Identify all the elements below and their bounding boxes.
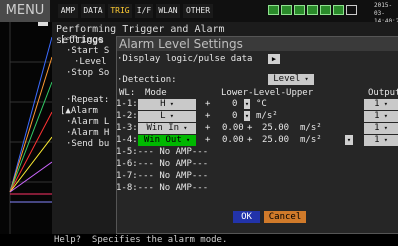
row-id: 1-4:	[116, 135, 138, 145]
plus-sign: +	[247, 123, 253, 133]
row-id: 1-3:	[116, 123, 138, 133]
unit-label: °C	[256, 99, 267, 109]
no-amp-row: 1-8:--- No AMP---	[116, 183, 209, 193]
card-status-icon	[294, 5, 305, 15]
memory-status-icon	[320, 5, 331, 15]
output-select[interactable]: 1	[364, 111, 398, 122]
row-id: 1-1:	[116, 99, 138, 109]
unit-label: m/s²	[256, 111, 278, 121]
display-logic-label: ·Display logic/pulse data	[117, 54, 253, 64]
bg-item-alarm-hold: ·Alarm H	[66, 128, 110, 138]
ok-button[interactable]: OK	[233, 211, 260, 223]
bg-item-alarm-level: ·Alarm L	[66, 117, 110, 127]
mode-select-selected[interactable]: Win Out	[138, 135, 196, 146]
dialog-title: Alarm Level Settings	[117, 37, 398, 51]
cancel-button[interactable]: Cancel	[264, 211, 306, 223]
tab-data[interactable]: DATA	[81, 4, 105, 18]
mode-select[interactable]: H	[138, 99, 196, 110]
row-id: 1-2:	[116, 111, 138, 121]
waveform-panel	[0, 22, 53, 234]
tab-wlan[interactable]: WLAN	[156, 4, 180, 18]
output-select[interactable]: 1	[364, 123, 398, 134]
battery-icon	[346, 5, 357, 15]
unit-label: m/s²	[300, 123, 322, 133]
tab-if[interactable]: I/F	[135, 4, 153, 18]
lower-value[interactable]: 0	[232, 98, 237, 110]
clock-date: 2015-03-	[374, 2, 393, 17]
unit-label: m/s²	[300, 135, 322, 145]
wifi-status-icon	[333, 5, 344, 15]
plus-sign: +	[205, 111, 211, 121]
value-spin-icon[interactable]: ▾	[244, 111, 250, 121]
detection-select[interactable]: Level	[268, 74, 314, 85]
help-bar: Help? Specifies the alarm mode.	[0, 234, 398, 246]
bg-item-level: ·Level	[74, 57, 107, 67]
bg-item-stop: ·Stop So	[66, 68, 110, 78]
value-spin-icon[interactable]: ▾	[244, 99, 250, 109]
no-amp-row: 1-6:--- No AMP---	[116, 159, 209, 169]
upper-value[interactable]: 25.00	[262, 122, 289, 134]
bg-item-send: ·Send bu	[66, 139, 110, 149]
menu-button[interactable]: MENU	[0, 0, 50, 22]
lower-value[interactable]: 0.00	[222, 134, 244, 146]
storage-status-icon	[281, 5, 292, 15]
plus-sign: +	[205, 123, 211, 133]
bg-item-alarm: [▲Alarm	[60, 106, 98, 116]
help-text: Help? Specifies the alarm mode.	[54, 235, 228, 245]
tab-trig[interactable]: TRIG	[108, 4, 132, 18]
plus-sign: +	[247, 135, 253, 145]
display-logic-toggle[interactable]: ▶	[268, 54, 280, 64]
bg-item-trigger: [◦Trigge	[60, 35, 104, 45]
upper-value[interactable]: 25.00	[262, 134, 289, 146]
network-status-icon	[268, 5, 279, 15]
col-mode: Mode	[145, 88, 167, 98]
bg-item-repeat: ·Repeat:	[66, 95, 110, 105]
no-amp-row: 1-5:--- No AMP---	[116, 147, 209, 157]
output-select[interactable]: 1	[364, 135, 398, 146]
waveform-graph	[9, 22, 53, 234]
col-output: Output	[368, 88, 398, 98]
unit-dropdown-icon[interactable]: ▾	[345, 135, 353, 145]
mode-select[interactable]: L	[138, 111, 196, 122]
detection-label: ·Detection:	[117, 75, 177, 85]
plus-sign: +	[205, 99, 211, 109]
tab-other[interactable]: OTHER	[183, 4, 213, 18]
usb-status-icon	[307, 5, 318, 15]
lower-value[interactable]: 0.00	[222, 122, 244, 134]
output-select[interactable]: 1	[364, 99, 398, 110]
no-amp-row: 1-7:--- No AMP---	[116, 171, 209, 181]
mode-select[interactable]: Win In	[138, 123, 196, 134]
bg-item-start: ·Start S	[66, 46, 110, 56]
tab-amp[interactable]: AMP	[58, 4, 78, 18]
plus-sign: +	[205, 135, 211, 145]
lower-value[interactable]: 0	[232, 110, 237, 122]
